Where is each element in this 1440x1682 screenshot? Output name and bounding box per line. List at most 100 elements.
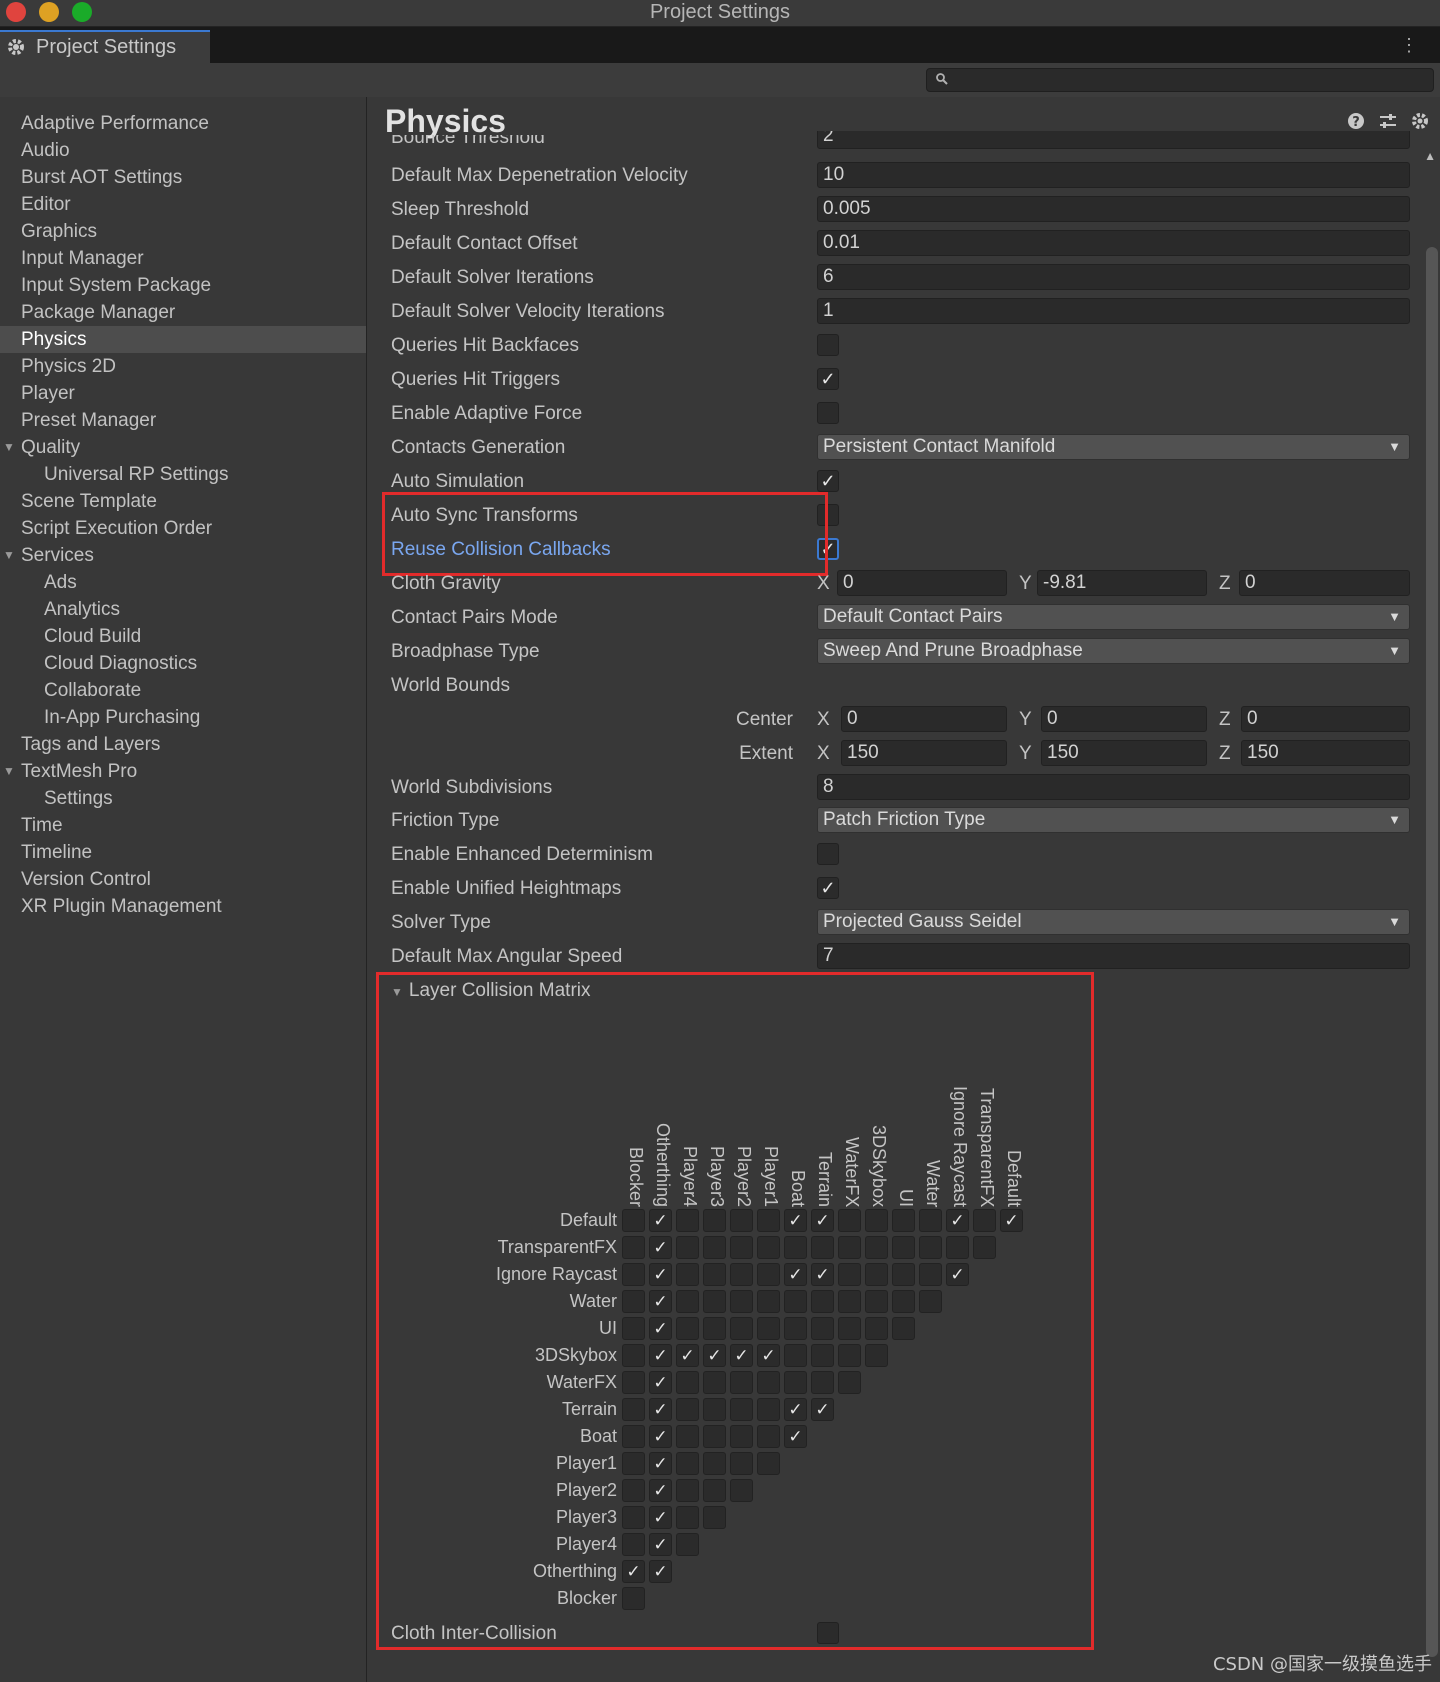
matrix-toggle-checkbox[interactable] (730, 1425, 753, 1448)
matrix-toggle-checkbox[interactable] (838, 1236, 861, 1259)
tab-project-settings[interactable]: Project Settings (0, 30, 210, 63)
matrix-toggle-checkbox[interactable]: ✓ (622, 1560, 645, 1583)
sidebar-item-settings[interactable]: Settings (0, 785, 366, 812)
solver-iterations-field[interactable]: 6 (817, 264, 1410, 290)
sidebar-item-tags-and-layers[interactable]: Tags and Layers (0, 731, 366, 758)
matrix-toggle-checkbox[interactable] (703, 1317, 726, 1340)
matrix-toggle-checkbox[interactable] (784, 1317, 807, 1340)
world-subdivisions-field[interactable]: 8 (817, 774, 1410, 800)
sidebar-item-graphics[interactable]: Graphics (0, 218, 366, 245)
matrix-toggle-checkbox[interactable] (865, 1263, 888, 1286)
foldout-triangle-icon[interactable]: ▼ (3, 758, 15, 785)
matrix-toggle-checkbox[interactable] (622, 1479, 645, 1502)
matrix-toggle-checkbox[interactable] (892, 1263, 915, 1286)
matrix-toggle-checkbox[interactable]: ✓ (784, 1425, 807, 1448)
contacts-generation-dropdown[interactable]: Persistent Contact Manifold ▼ (817, 434, 1410, 460)
matrix-toggle-checkbox[interactable]: ✓ (649, 1290, 672, 1313)
sidebar-item-cloud-build[interactable]: Cloud Build (0, 623, 366, 650)
matrix-toggle-checkbox[interactable] (865, 1317, 888, 1340)
matrix-toggle-checkbox[interactable]: ✓ (649, 1506, 672, 1529)
matrix-toggle-checkbox[interactable] (973, 1209, 996, 1232)
matrix-toggle-checkbox[interactable] (676, 1209, 699, 1232)
broadphase-type-dropdown[interactable]: Sweep And Prune Broadphase ▼ (817, 638, 1410, 664)
more-options-icon[interactable]: ⋮ (1400, 35, 1418, 56)
matrix-toggle-checkbox[interactable]: ✓ (649, 1452, 672, 1475)
matrix-toggle-checkbox[interactable] (865, 1344, 888, 1367)
cloth-gravity-y-field[interactable]: -9.81 (1037, 570, 1207, 596)
matrix-toggle-checkbox[interactable] (703, 1398, 726, 1421)
matrix-toggle-checkbox[interactable]: ✓ (811, 1398, 834, 1421)
matrix-toggle-checkbox[interactable] (676, 1506, 699, 1529)
matrix-toggle-checkbox[interactable] (811, 1344, 834, 1367)
sidebar-item-collaborate[interactable]: Collaborate (0, 677, 366, 704)
matrix-toggle-checkbox[interactable] (838, 1344, 861, 1367)
sidebar-item-time[interactable]: Time (0, 812, 366, 839)
friction-type-dropdown[interactable]: Patch Friction Type ▼ (817, 807, 1410, 833)
matrix-toggle-checkbox[interactable] (838, 1263, 861, 1286)
preset-icon[interactable] (1378, 111, 1398, 131)
sidebar-item-editor[interactable]: Editor (0, 191, 366, 218)
sidebar-item-burst-aot-settings[interactable]: Burst AOT Settings (0, 164, 366, 191)
matrix-toggle-checkbox[interactable] (676, 1236, 699, 1259)
help-icon[interactable]: ? (1346, 111, 1366, 131)
matrix-toggle-checkbox[interactable]: ✓ (649, 1317, 672, 1340)
sidebar-item-version-control[interactable]: Version Control (0, 866, 366, 893)
matrix-toggle-checkbox[interactable]: ✓ (730, 1344, 753, 1367)
matrix-toggle-checkbox[interactable] (757, 1452, 780, 1475)
matrix-toggle-checkbox[interactable] (676, 1425, 699, 1448)
matrix-toggle-checkbox[interactable] (730, 1209, 753, 1232)
settings-icon[interactable] (1410, 111, 1430, 131)
matrix-toggle-checkbox[interactable] (703, 1371, 726, 1394)
matrix-toggle-checkbox[interactable]: ✓ (703, 1344, 726, 1367)
enhanced-determinism-checkbox[interactable] (817, 843, 839, 865)
bounce-threshold-field[interactable]: 2 (817, 131, 1410, 149)
sidebar-item-analytics[interactable]: Analytics (0, 596, 366, 623)
matrix-toggle-checkbox[interactable] (892, 1317, 915, 1340)
matrix-toggle-checkbox[interactable] (703, 1290, 726, 1313)
matrix-toggle-checkbox[interactable] (676, 1371, 699, 1394)
matrix-toggle-checkbox[interactable] (757, 1209, 780, 1232)
matrix-toggle-checkbox[interactable] (757, 1398, 780, 1421)
matrix-toggle-checkbox[interactable] (757, 1290, 780, 1313)
matrix-toggle-checkbox[interactable] (703, 1479, 726, 1502)
matrix-toggle-checkbox[interactable] (676, 1263, 699, 1286)
foldout-triangle-icon[interactable]: ▼ (3, 434, 15, 461)
matrix-toggle-checkbox[interactable]: ✓ (946, 1209, 969, 1232)
matrix-toggle-checkbox[interactable] (676, 1398, 699, 1421)
matrix-toggle-checkbox[interactable] (919, 1209, 942, 1232)
matrix-toggle-checkbox[interactable] (622, 1263, 645, 1286)
matrix-toggle-checkbox[interactable] (865, 1236, 888, 1259)
matrix-toggle-checkbox[interactable]: ✓ (649, 1209, 672, 1232)
contact-pairs-mode-dropdown[interactable]: Default Contact Pairs ▼ (817, 604, 1410, 630)
sidebar-item-in-app-purchasing[interactable]: In-App Purchasing (0, 704, 366, 731)
cloth-gravity-z-field[interactable]: 0 (1239, 570, 1410, 596)
matrix-toggle-checkbox[interactable] (676, 1479, 699, 1502)
auto-simulation-checkbox[interactable]: ✓ (817, 470, 839, 492)
sidebar-item-package-manager[interactable]: Package Manager (0, 299, 366, 326)
matrix-toggle-checkbox[interactable] (865, 1290, 888, 1313)
center-x-field[interactable]: 0 (841, 706, 1007, 732)
matrix-toggle-checkbox[interactable] (622, 1317, 645, 1340)
sidebar-item-ads[interactable]: Ads (0, 569, 366, 596)
matrix-toggle-checkbox[interactable]: ✓ (649, 1263, 672, 1286)
matrix-toggle-checkbox[interactable] (892, 1236, 915, 1259)
sidebar-item-preset-manager[interactable]: Preset Manager (0, 407, 366, 434)
sidebar-item-physics-2d[interactable]: Physics 2D (0, 353, 366, 380)
matrix-toggle-checkbox[interactable] (730, 1479, 753, 1502)
vertical-scrollbar[interactable] (1426, 247, 1438, 1657)
extent-y-field[interactable]: 150 (1041, 740, 1207, 766)
max-depenetration-field[interactable]: 10 (817, 162, 1410, 188)
unified-heightmaps-checkbox[interactable]: ✓ (817, 877, 839, 899)
matrix-toggle-checkbox[interactable]: ✓ (649, 1560, 672, 1583)
matrix-toggle-checkbox[interactable] (757, 1236, 780, 1259)
matrix-toggle-checkbox[interactable] (838, 1371, 861, 1394)
sidebar-item-textmesh-pro[interactable]: ▼ TextMesh Pro (0, 758, 366, 785)
matrix-toggle-checkbox[interactable] (703, 1209, 726, 1232)
matrix-toggle-checkbox[interactable] (622, 1371, 645, 1394)
matrix-toggle-checkbox[interactable]: ✓ (784, 1209, 807, 1232)
matrix-toggle-checkbox[interactable] (946, 1236, 969, 1259)
matrix-toggle-checkbox[interactable] (622, 1452, 645, 1475)
matrix-toggle-checkbox[interactable] (730, 1263, 753, 1286)
matrix-toggle-checkbox[interactable] (676, 1317, 699, 1340)
matrix-toggle-checkbox[interactable] (622, 1533, 645, 1556)
